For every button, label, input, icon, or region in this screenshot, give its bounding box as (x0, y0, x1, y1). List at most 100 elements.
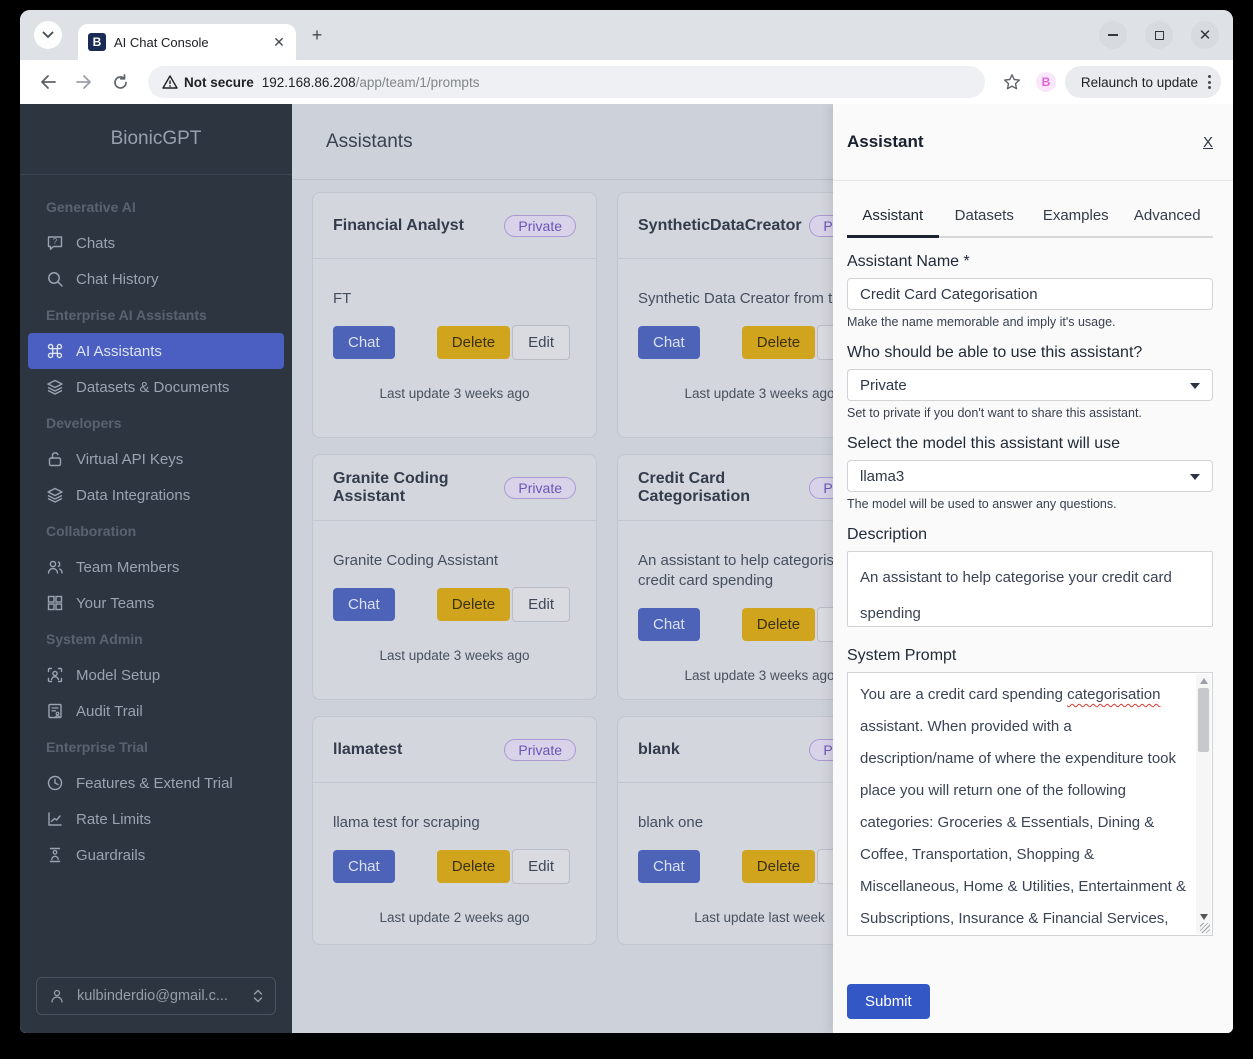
sidebar-item-label: Rate Limits (76, 810, 152, 828)
delete-button[interactable]: Delete (436, 326, 511, 359)
extension-button[interactable]: B (1031, 67, 1061, 97)
relaunch-button[interactable]: Relaunch to update (1064, 66, 1221, 98)
description-label: Description (847, 526, 928, 543)
menu-kebab-icon[interactable] (1208, 75, 1211, 89)
sidebar-item-model-setup[interactable]: Model Setup (28, 657, 284, 693)
last-update: Last update 3 weeks ago (379, 648, 530, 663)
card-title: blank (638, 740, 680, 758)
chat-button[interactable]: Chat (333, 850, 395, 883)
privacy-badge: Private (504, 214, 576, 237)
bookmark-button[interactable] (997, 67, 1027, 97)
resize-handle[interactable] (1200, 923, 1210, 933)
sidebar-item-chat-history[interactable]: Chat History (28, 261, 284, 297)
user-account-select[interactable]: kulbinderdio@gmail.c... (36, 977, 276, 1015)
card-financial-analyst: Financial Analyst Private FT Chat Delete … (312, 192, 597, 438)
not-secure-warning[interactable]: Not secure (162, 75, 254, 90)
browser-tab[interactable]: B AI Chat Console ✕ (78, 24, 296, 60)
sidebar-item-data-integrations[interactable]: Data Integrations (28, 477, 284, 513)
tab-assistant[interactable]: Assistant (847, 197, 939, 238)
sidebar-item-label: Virtual API Keys (76, 450, 184, 468)
chat-button[interactable]: Chat (638, 326, 700, 359)
sidebar-item-guardrails[interactable]: Guardrails (28, 837, 284, 873)
maximize-button[interactable] (1145, 21, 1173, 49)
delete-button[interactable]: Delete (741, 850, 816, 883)
sidebar-item-audit-trail[interactable]: Audit Trail (28, 693, 284, 729)
model-select[interactable]: llama3 (847, 460, 1213, 492)
sidebar-item-label: Guardrails (76, 846, 146, 864)
reload-icon (113, 73, 127, 89)
system-prompt-textarea[interactable]: You are a credit card spending categoris… (847, 672, 1213, 936)
delete-button[interactable]: Delete (741, 608, 816, 641)
delete-button[interactable]: Delete (436, 588, 511, 621)
assistant-name-input[interactable] (847, 278, 1213, 310)
new-tab-button[interactable]: + (304, 22, 330, 48)
tab-examples[interactable]: Examples (1030, 197, 1122, 238)
visibility-select[interactable]: Private (847, 369, 1213, 401)
chat-button[interactable]: Chat (638, 850, 700, 883)
sidebar-item-label: AI Assistants (76, 342, 162, 360)
tab-strip: B AI Chat Console ✕ + ✕ (20, 10, 1233, 60)
unlock-icon (48, 452, 62, 467)
guardrails-icon (49, 847, 61, 863)
back-button[interactable] (32, 66, 64, 98)
chat-button[interactable]: Chat (333, 588, 395, 621)
scroll-down-icon[interactable] (1199, 914, 1208, 920)
scrollbar-thumb[interactable] (1198, 688, 1209, 752)
reload-button[interactable] (104, 66, 136, 98)
edit-button[interactable]: Edit (512, 587, 570, 622)
sidebar-item-virtual-api-keys[interactable]: Virtual API Keys (28, 441, 284, 477)
sidebar-item-features-extend-trial[interactable]: Features & Extend Trial (28, 765, 284, 801)
assistant-name-label: Assistant Name * (847, 253, 970, 270)
not-secure-label: Not secure (184, 74, 254, 90)
edit-button[interactable]: Edit (512, 849, 570, 884)
tab-advanced[interactable]: Advanced (1121, 197, 1213, 238)
tab-search-button[interactable] (34, 21, 62, 49)
close-icon: ✕ (1198, 26, 1212, 44)
edit-button[interactable]: Edit (512, 325, 570, 360)
scan-person-icon (47, 667, 63, 683)
card-title: Credit Card Categorisation (638, 469, 751, 505)
delete-button[interactable]: Delete (741, 326, 816, 359)
privacy-badge: Private (504, 476, 576, 499)
close-button[interactable]: ✕ (1191, 21, 1219, 49)
audit-icon (48, 703, 62, 719)
sidebar-item-team-members[interactable]: Team Members (28, 549, 284, 585)
minimize-button[interactable] (1099, 21, 1127, 49)
prompt-scrollbar[interactable] (1196, 674, 1211, 934)
submit-button[interactable]: Submit (847, 984, 930, 1019)
description-textarea[interactable]: An assistant to help categorise your cre… (847, 551, 1213, 627)
system-prompt-text: You are a credit card spending categoris… (860, 686, 1186, 927)
chart-icon (48, 812, 62, 826)
address-bar[interactable]: Not secure 192.168.86.208/app/team/1/pro… (148, 66, 985, 98)
sidebar-item-chats[interactable]: ? Chats (28, 225, 284, 261)
tab-close-icon[interactable]: ✕ (270, 33, 288, 51)
chat-button[interactable]: Chat (638, 608, 700, 641)
drawer-title: Assistant (847, 132, 924, 151)
chat-button[interactable]: Chat (333, 326, 395, 359)
card-title: Financial Analyst (333, 216, 464, 234)
sidebar-item-your-teams[interactable]: Your Teams (28, 585, 284, 621)
tab-favicon: B (88, 33, 106, 51)
dropdown-caret-icon (1190, 383, 1200, 389)
scroll-up-icon[interactable] (1199, 678, 1208, 684)
sidebar-item-ai-assistants[interactable]: AI Assistants (28, 333, 284, 369)
card-granite-coding-assistant: Granite Coding Assistant Private Granite … (312, 454, 597, 700)
tab-datasets[interactable]: Datasets (938, 197, 1030, 238)
delete-button[interactable]: Delete (436, 850, 511, 883)
sidebar: BionicGPT Generative AI ? Chats Chat His… (20, 104, 292, 1033)
sidebar-item-datasets-documents[interactable]: Datasets & Documents (28, 369, 284, 405)
url-text: 192.168.86.208/app/team/1/prompts (262, 75, 480, 90)
system-prompt-label: System Prompt (847, 647, 957, 664)
card-description: llama test for scraping (333, 814, 480, 831)
back-icon (41, 75, 56, 89)
person-icon (51, 989, 63, 1003)
browser-toolbar: Not secure 192.168.86.208/app/team/1/pro… (20, 60, 1233, 104)
drawer-close-button[interactable]: X (1203, 134, 1213, 151)
visibility-value: Private (860, 376, 907, 394)
chevron-updown-icon (253, 989, 263, 1003)
sidebar-item-rate-limits[interactable]: Rate Limits (28, 801, 284, 837)
forward-icon (76, 75, 91, 89)
clock-icon (47, 775, 63, 791)
card-description: Granite Coding Assistant (333, 552, 499, 569)
forward-button[interactable] (68, 66, 100, 98)
